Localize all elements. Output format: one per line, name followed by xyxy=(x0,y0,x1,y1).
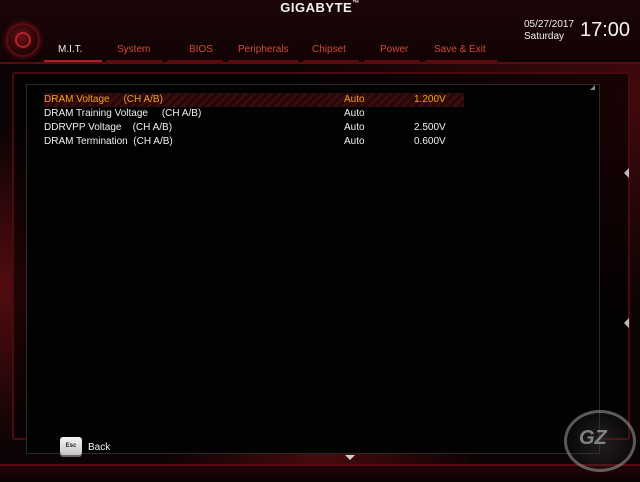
scroll-down-icon[interactable] xyxy=(345,455,355,460)
back-button[interactable]: Back xyxy=(88,442,110,453)
brand-logo: GIGABYTE™ xyxy=(280,0,360,15)
tab-peripherals[interactable]: Peripherals xyxy=(238,44,289,55)
setting-current: 0.600V xyxy=(414,136,446,147)
gigabyte-eagle-icon xyxy=(6,23,40,57)
tab-divider xyxy=(303,60,359,62)
setting-name: DRAM Termination (CH A/B) xyxy=(44,136,173,147)
setting-row-dram-training-voltage[interactable]: DRAM Training Voltage (CH A/B) Auto xyxy=(44,107,464,121)
tab-divider xyxy=(167,60,223,62)
scroll-left-icon[interactable] xyxy=(624,318,629,328)
scroll-left-icon[interactable] xyxy=(624,168,629,178)
tab-divider xyxy=(228,60,298,62)
bottom-bar xyxy=(0,464,640,482)
setting-value[interactable]: Auto xyxy=(344,122,365,133)
setting-value[interactable]: Auto xyxy=(344,94,365,105)
date-text: 05/27/2017 xyxy=(524,19,575,30)
setting-name: DDRVPP Voltage (CH A/B) xyxy=(44,122,173,133)
day-text: Saturday xyxy=(524,31,565,42)
setting-current: 2.500V xyxy=(414,122,446,133)
tab-save-exit[interactable]: Save & Exit xyxy=(434,44,486,55)
tab-divider xyxy=(425,60,497,62)
top-bar: GIGABYTE™ M.I.T. System BIOS Peripherals… xyxy=(0,0,640,64)
setting-row-dram-termination[interactable]: DRAM Termination (CH A/B) Auto 0.600V xyxy=(44,135,464,149)
tab-chipset[interactable]: Chipset xyxy=(312,44,346,55)
tab-bios[interactable]: BIOS xyxy=(189,44,213,55)
tab-power[interactable]: Power xyxy=(380,44,408,55)
setting-value[interactable]: Auto xyxy=(344,108,365,119)
setting-row-dram-voltage[interactable]: DRAM Voltage (CH A/B) Auto 1.200V xyxy=(44,93,464,107)
tab-mit[interactable]: M.I.T. xyxy=(58,44,82,55)
active-tab-indicator xyxy=(44,60,102,62)
setting-value[interactable]: Auto xyxy=(344,136,365,147)
watermark-logo: GZ xyxy=(564,410,636,472)
setting-name: DRAM Training Voltage (CH A/B) xyxy=(44,108,202,119)
setting-name: DRAM Voltage (CH A/B) xyxy=(44,94,163,105)
tab-system[interactable]: System xyxy=(117,44,150,55)
setting-row-ddrvpp-voltage[interactable]: DDRVPP Voltage (CH A/B) Auto 2.500V xyxy=(44,121,464,135)
tab-divider xyxy=(106,60,162,62)
esc-key-icon[interactable]: Esc xyxy=(60,437,82,455)
time-display: 17:00 xyxy=(580,19,631,41)
tab-divider xyxy=(364,60,420,62)
setting-current: 1.200V xyxy=(414,94,446,105)
scroll-corner-icon xyxy=(590,85,595,90)
date-display: 05/27/2017 Saturday xyxy=(524,19,574,43)
